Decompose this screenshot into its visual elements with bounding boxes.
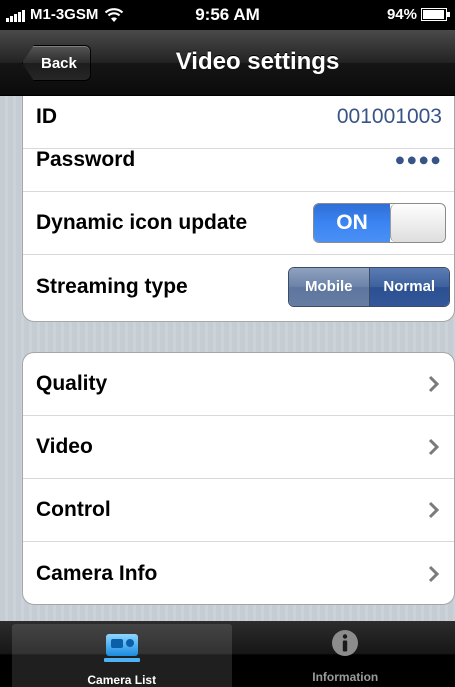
status-right: 94% xyxy=(386,6,450,23)
menu-item-label: Quality xyxy=(36,372,108,395)
battery-icon xyxy=(421,8,450,21)
streaming-type-segmented-control: Mobile Normal xyxy=(288,266,450,307)
menu-item-video[interactable]: Video xyxy=(23,416,454,479)
page-title: Video settings xyxy=(175,48,340,75)
settings-content[interactable]: ID 001001003 Password ●●●● Dynamic icon … xyxy=(0,96,455,621)
streaming-type-row: Streaming type Mobile Normal xyxy=(23,255,454,318)
tab-bar: Camera List Information xyxy=(0,621,455,687)
info-icon xyxy=(332,630,359,656)
password-label: Password xyxy=(36,148,136,171)
segment-normal[interactable]: Normal xyxy=(369,267,449,306)
dynamic-icon-update-row: Dynamic icon update ON xyxy=(23,192,454,255)
password-row[interactable]: Password ●●●● xyxy=(23,129,454,192)
chevron-right-icon xyxy=(428,501,440,519)
menu-group: Quality Video Control Camera Info xyxy=(22,352,455,605)
id-label: ID xyxy=(36,105,57,128)
camera-list-icon xyxy=(103,634,140,662)
toggle-knob[interactable] xyxy=(390,204,445,242)
chevron-right-icon xyxy=(428,565,440,582)
streaming-type-label: Streaming type xyxy=(36,274,188,298)
menu-item-camera-info[interactable]: Camera Info xyxy=(23,542,454,605)
segment-mobile[interactable]: Mobile xyxy=(289,267,370,306)
status-bar: M1-3GSM 9:56 AM 94% xyxy=(0,0,455,30)
navigation-bar: Back Video settings xyxy=(0,30,455,96)
dynamic-icon-update-label: Dynamic icon update xyxy=(36,211,248,234)
toggle-on-label: ON xyxy=(314,204,390,242)
menu-item-quality[interactable]: Quality xyxy=(23,353,454,416)
password-value: ●●●● xyxy=(394,149,442,170)
chevron-right-icon xyxy=(428,375,440,393)
battery-percent: 94% xyxy=(386,6,417,23)
tab-camera-list[interactable]: Camera List xyxy=(12,624,232,687)
menu-item-label: Video xyxy=(36,435,93,458)
menu-item-label: Camera Info xyxy=(36,561,158,585)
back-button[interactable]: Back xyxy=(22,45,91,81)
tab-label: Camera List xyxy=(87,673,157,687)
id-value: 001001003 xyxy=(336,105,442,128)
battery-fill xyxy=(423,10,444,19)
tab-information[interactable]: Information xyxy=(236,621,455,687)
menu-item-label: Control xyxy=(36,498,111,521)
chevron-right-icon xyxy=(428,438,440,456)
settings-group: ID 001001003 Password ●●●● Dynamic icon … xyxy=(22,96,455,322)
dynamic-icon-update-toggle[interactable]: ON xyxy=(313,203,446,243)
menu-item-control[interactable]: Control xyxy=(23,479,454,542)
tab-label: Information xyxy=(312,670,379,684)
